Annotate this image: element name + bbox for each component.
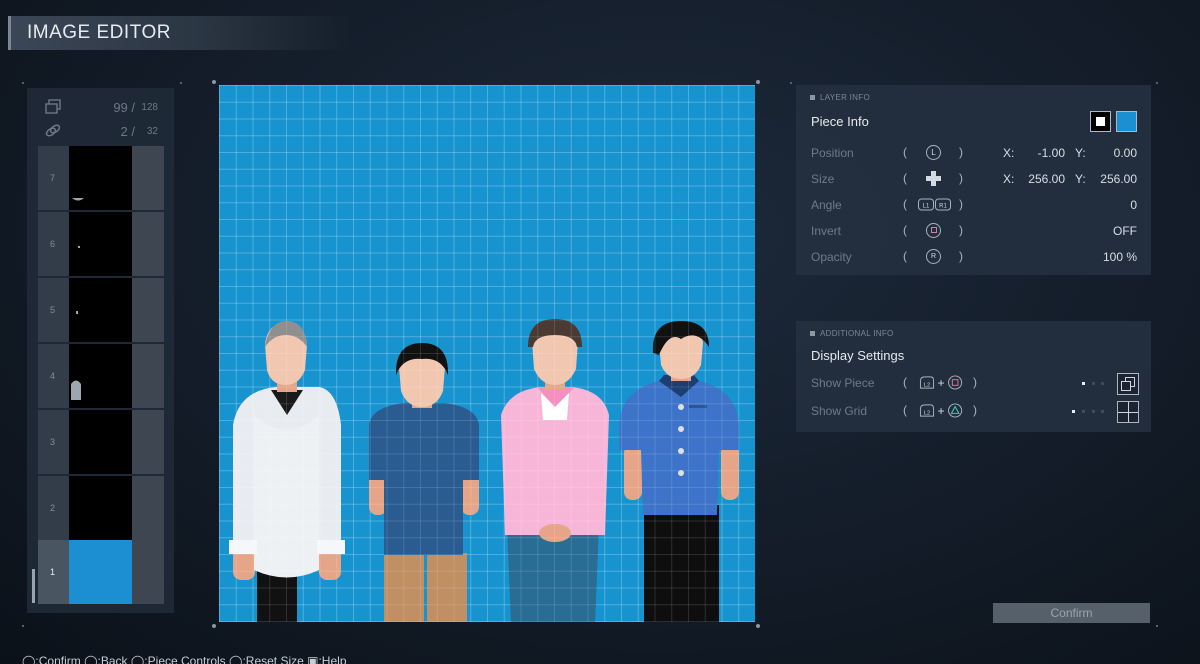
show-piece-label: Show Piece [811,376,875,390]
frame-mark [22,82,24,84]
svg-text:L2: L2 [924,382,930,388]
frame-mark [22,625,24,627]
layer-number: 3 [50,437,56,447]
layer-number: 1 [50,567,56,577]
piece-max: 128 [141,102,158,113]
layer-row[interactable]: 7 [38,146,164,210]
show-piece-toggle-icon[interactable] [1117,373,1139,395]
angle-row[interactable]: Angle ( L1 R1 ) 0 [811,195,1139,215]
link-count: 2 / [120,124,135,139]
layer-number: 4 [50,371,56,381]
show-grid-label: Show Grid [811,404,868,418]
layer-thumbnail [69,410,132,474]
layer-row[interactable]: 5 [38,278,164,342]
layer-number: 5 [50,305,56,315]
color-swatch-primary[interactable] [1090,111,1111,132]
opacity-value: 100 % [1102,250,1137,264]
svg-text:+: + [938,404,945,418]
layers-icon [45,99,61,114]
angle-value: 0 [1130,198,1137,212]
figure-blue-shirt [619,321,739,622]
dpad-icon [926,171,941,186]
title-bar: IMAGE EDITOR [8,16,353,50]
right-stick-icon: R [926,249,941,264]
page-title: IMAGE EDITOR [27,22,171,43]
size-row[interactable]: Size ( ) X: 256.00 Y: 256.00 [811,169,1139,189]
show-grid-row[interactable]: Show Grid ( L2 + ) [811,401,1139,423]
svg-text:L2: L2 [924,410,930,416]
piece-count: 99 / [113,100,135,115]
editor-canvas[interactable] [219,85,755,622]
frame-mark [1156,82,1158,84]
angle-label: Angle [811,198,842,212]
left-stick-icon: L [926,145,941,160]
position-label: Position [811,146,854,160]
invert-label: Invert [811,224,842,238]
layer-list: 7 6 5 4 3 2 1 [38,146,164,604]
piece-counter: 99 / 128 [27,96,174,120]
l2-square-combo-icon: L2 + [919,375,963,390]
layer-row[interactable]: 3 [38,410,164,474]
show-piece-row[interactable]: Show Piece ( L2 + ) [811,373,1139,395]
layer-row[interactable]: 6 [38,212,164,276]
svg-text:R1: R1 [939,204,947,210]
l2-triangle-combo-icon: L2 + [919,403,963,418]
frame-mark [1156,625,1158,627]
figure-pink-shirt [501,319,609,622]
position-row[interactable]: Position ( L ) X: -1.00 Y: 0.00 [811,143,1139,163]
layer-row[interactable]: 4 [38,344,164,408]
layer-thumbnail [69,212,132,276]
display-settings-title: Display Settings [811,348,905,363]
opacity-label: Opacity [811,250,852,264]
layer-thumbnail [69,540,132,604]
layer-row[interactable]: 2 [38,476,164,540]
svg-text:L1: L1 [923,204,930,210]
artwork [229,319,739,622]
size-x: 256.00 [1028,172,1065,186]
frame-mark [180,82,182,84]
layer-info-panel: LAYER INFO Piece Info Position ( L ) X: … [796,85,1151,275]
layer-thumbnail [69,344,132,408]
layer-thumbnail [69,278,132,342]
link-counter: 2 / 32 [27,120,174,144]
color-swatch-secondary[interactable] [1116,111,1137,132]
size-label: Size [811,172,835,186]
controls-hint-bar: ◯:Confirm ◯:Back ◯:Piece Controls ◯:Rese… [22,654,347,664]
position-x: -1.00 [1037,146,1065,160]
layer-number: 2 [50,503,56,513]
layer-scrollbar[interactable] [32,569,35,603]
opacity-row[interactable]: Opacity ( R ) 100 % [811,247,1139,267]
piece-info-title: Piece Info [811,114,869,129]
figure-white-shirt [229,321,345,622]
additional-info-panel: ADDITIONAL INFO Display Settings Show Pi… [796,321,1151,432]
layer-thumbnail [69,146,132,210]
invert-row[interactable]: Invert ( ) OFF [811,221,1139,241]
layer-info-header: LAYER INFO [810,93,870,102]
position-y: 0.00 [1113,146,1137,160]
link-max: 32 [146,126,158,137]
layer-number: 7 [50,173,56,183]
figure-navy-tee [369,343,479,622]
layer-panel: 99 / 128 2 / 32 7 6 5 4 3 2 1 [27,88,174,613]
additional-info-header: ADDITIONAL INFO [810,329,894,338]
link-icon [45,124,61,137]
layer-number: 6 [50,239,56,249]
square-button-icon [926,223,941,238]
l1-r1-icon: L1 R1 [918,198,951,211]
size-y: 256.00 [1100,172,1137,186]
svg-text:+: + [938,376,945,390]
invert-value: OFF [1113,224,1137,238]
show-grid-toggle-icon[interactable] [1117,401,1139,423]
layer-row-selected[interactable]: 1 [38,540,164,604]
frame-mark [790,82,792,84]
confirm-button[interactable]: Confirm [993,603,1150,623]
layer-thumbnail [69,476,132,540]
